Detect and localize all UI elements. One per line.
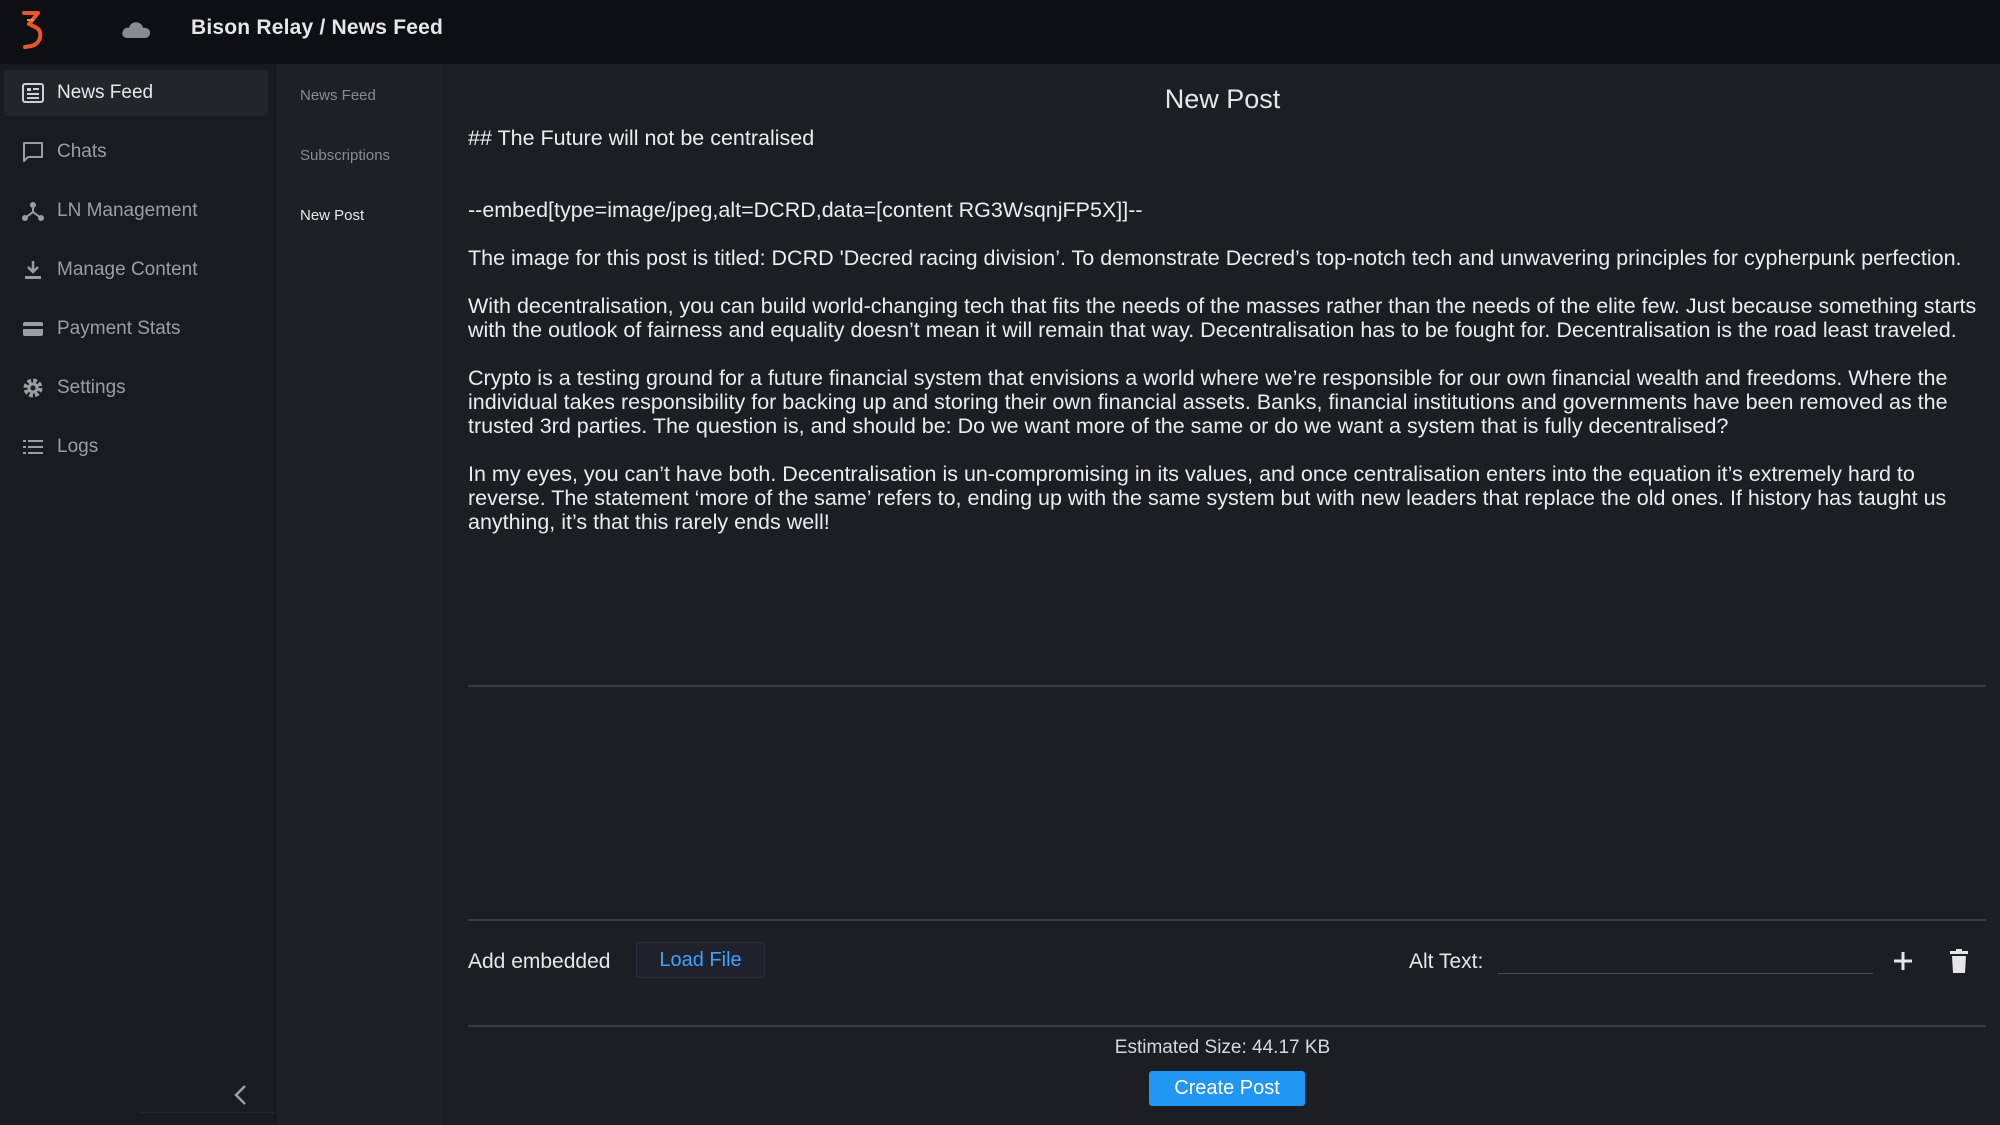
post-paragraph: In my eyes, you can’t have both. Decentr… (468, 462, 1953, 534)
sidebar: News Feed Chats LN Management Manage Con… (0, 64, 276, 1125)
card-icon (20, 316, 46, 342)
sidebar-item-manage-content[interactable]: Manage Content (4, 247, 268, 293)
sidebar-item-label: LN Management (57, 200, 198, 221)
sidebar-item-news-feed[interactable]: News Feed (4, 70, 268, 116)
post-heading-line: ## The Future will not be centralised (468, 126, 815, 150)
post-paragraph: With decentralisation, you can build wor… (468, 294, 1983, 342)
news-feed-subnav: News Feed Subscriptions New Post (277, 64, 443, 1125)
subnav-item-new-post[interactable]: New Post (300, 207, 364, 224)
estimated-size-text: Estimated Size: 44.17 KB (1114, 1037, 1331, 1058)
sidebar-item-label: Manage Content (57, 259, 198, 280)
chevron-left-icon[interactable] (226, 1080, 256, 1110)
load-file-button[interactable]: Load File (636, 942, 765, 978)
post-embed-line: --embed[type=image/jpeg,alt=DCRD,data=[c… (468, 198, 1143, 222)
list-icon (20, 434, 46, 460)
cloud-icon[interactable] (120, 18, 152, 40)
subnav-item-subscriptions[interactable]: Subscriptions (300, 147, 390, 164)
download-icon (20, 257, 46, 283)
sidebar-item-label: Payment Stats (57, 318, 181, 339)
window-title: Bison Relay / News Feed (191, 16, 444, 39)
sidebar-item-label: Settings (57, 377, 126, 398)
sidebar-item-logs[interactable]: Logs (4, 424, 268, 470)
editor-divider (468, 685, 1986, 687)
sidebar-item-payment-stats[interactable]: Payment Stats (4, 306, 268, 352)
sidebar-item-chats[interactable]: Chats (4, 129, 268, 175)
newspaper-icon (20, 80, 46, 106)
alt-text-label: Alt Text: (1409, 950, 1484, 973)
subnav-item-news-feed[interactable]: News Feed (300, 87, 376, 104)
sidebar-item-label: Logs (57, 436, 99, 457)
trash-icon[interactable] (1944, 946, 1974, 976)
post-paragraph: Crypto is a testing ground for a future … (468, 366, 1954, 438)
gear-icon (20, 375, 46, 401)
post-paragraph: The image for this post is titled: DCRD … (468, 246, 1962, 270)
chat-bubble-icon (20, 139, 46, 165)
top-bar: Bison Relay / News Feed (0, 0, 2000, 64)
editor-divider (468, 919, 1986, 921)
create-post-button[interactable]: Create Post (1149, 1071, 1305, 1106)
network-icon (20, 198, 46, 224)
post-editor[interactable]: ## The Future will not be centralised --… (468, 126, 1988, 558)
sidebar-item-ln-management[interactable]: LN Management (4, 188, 268, 234)
page-title: New Post (1164, 84, 1281, 114)
editor-divider (468, 1025, 1986, 1027)
sidebar-item-label: News Feed (57, 82, 154, 103)
sidebar-item-settings[interactable]: Settings (4, 365, 268, 411)
plus-icon[interactable] (1888, 946, 1918, 976)
add-embedded-label: Add embedded (468, 950, 611, 973)
sidebar-item-label: Chats (57, 141, 107, 162)
sidebar-divider (140, 1112, 275, 1113)
bison-relay-logo-icon (18, 8, 48, 52)
new-post-panel: New Post ## The Future will not be centr… (445, 64, 2000, 1125)
alt-text-input[interactable] (1498, 936, 1873, 974)
